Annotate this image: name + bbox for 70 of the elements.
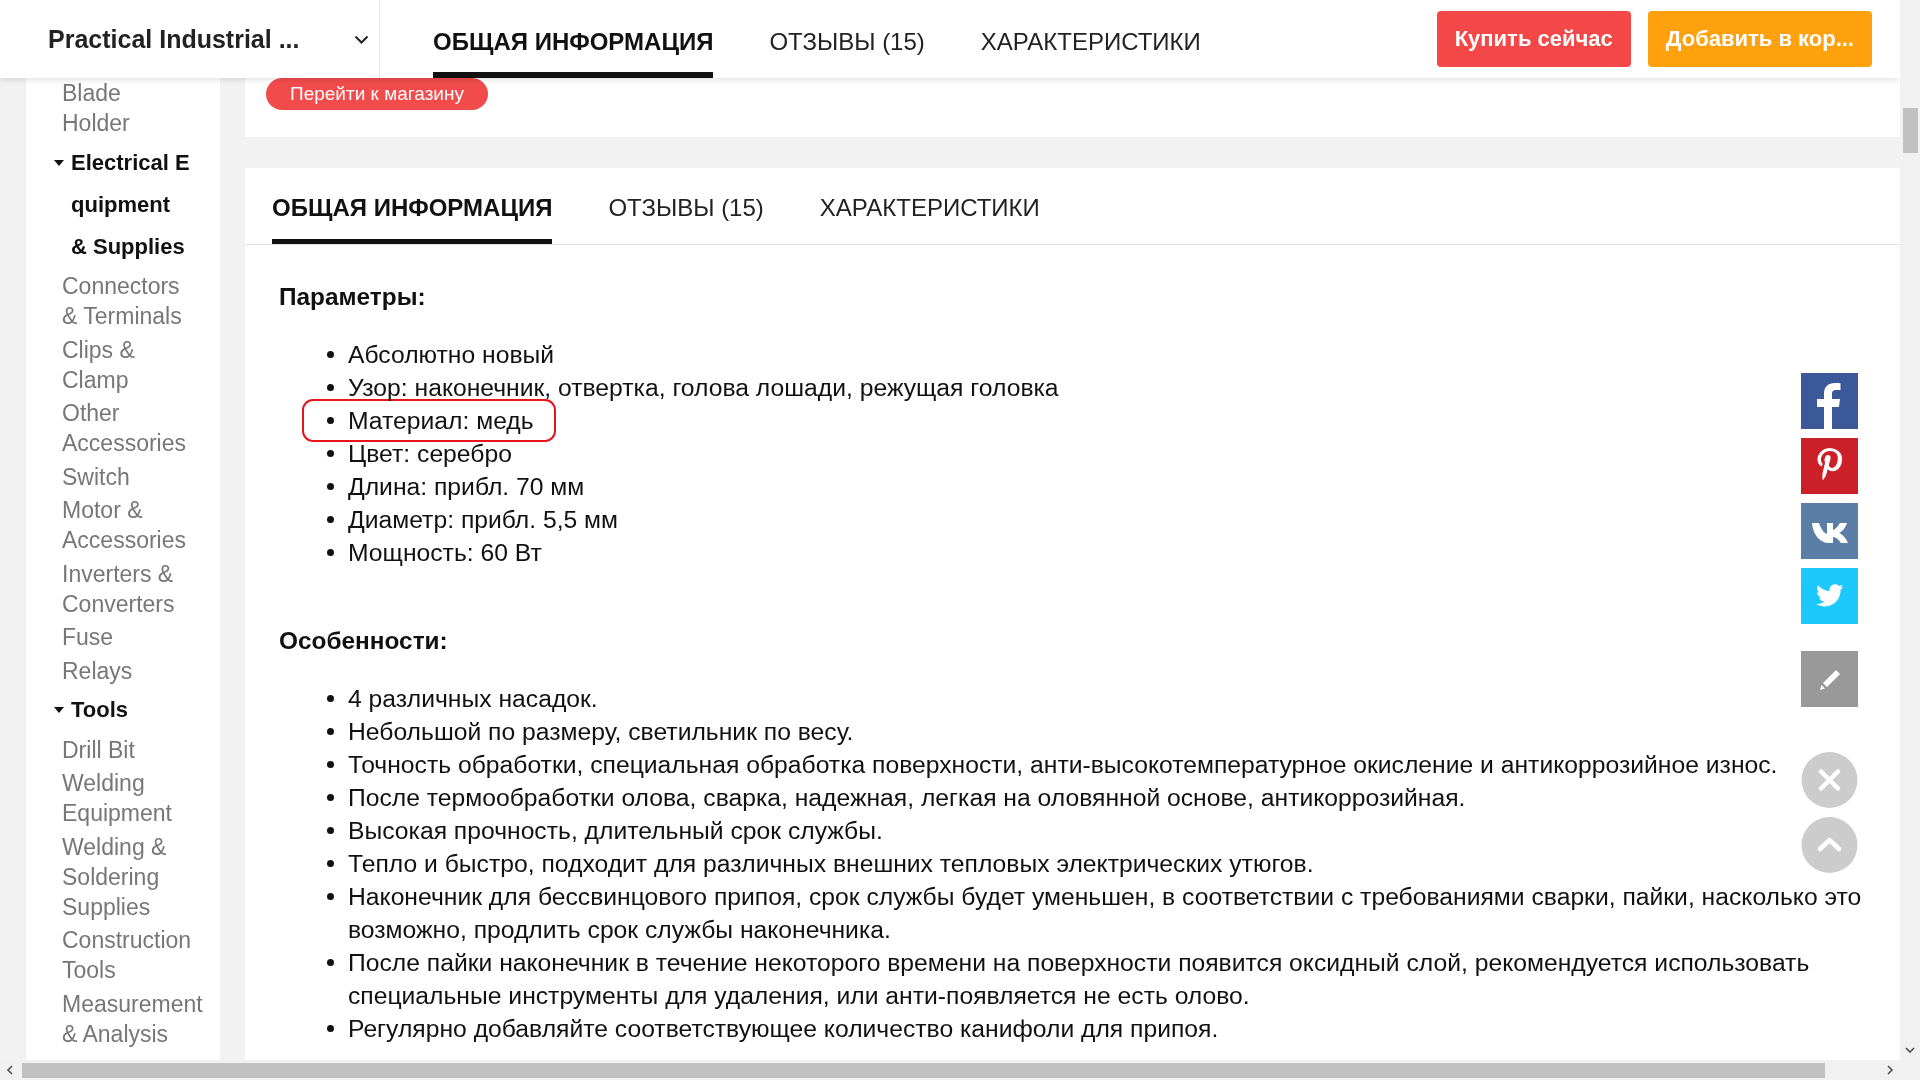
bullet-icon (327, 450, 334, 457)
tab[interactable]: ОТЗЫВЫ (15) (608, 168, 764, 244)
sidebar-link[interactable]: Motor & Accessories (62, 495, 192, 555)
list-item: Абсолютно новый (348, 340, 555, 370)
sidebar-link[interactable]: Measurement & Analysis (62, 988, 203, 1049)
pinterest-icon[interactable] (1801, 438, 1858, 494)
sidebar-link[interactable]: Fuse (62, 622, 192, 652)
twitter-icon[interactable] (1801, 568, 1858, 624)
list-item: Регулярно добавляйте соответствующее количество канифоли для припоя. (348, 1014, 1219, 1044)
list-item: Тепло и быстро, подходит для различных внешних тепловых электрических утюгов. (348, 849, 1314, 879)
chevron-down-icon[interactable] (354, 34, 369, 44)
bullet-icon (327, 959, 334, 966)
close-icon[interactable] (1801, 752, 1858, 808)
bullet-icon (327, 893, 334, 900)
list-item: Диаметр: прибл. 5,5 мм (348, 505, 619, 535)
chevron-up-icon[interactable] (1801, 817, 1858, 873)
section-heading: Параметры: (279, 282, 426, 312)
vk-icon[interactable] (1801, 503, 1858, 559)
list-item: Узор: наконечник, отвертка, голова лошади, режущая головка (348, 373, 1059, 403)
sidebar-category[interactable]: Tools (54, 689, 191, 731)
caret-down-icon[interactable] (54, 707, 64, 713)
sidebar-link[interactable]: Welding & Soldering Supplies (62, 831, 192, 922)
bullet-icon (327, 351, 334, 358)
store-button[interactable]: Перейти к магазину (266, 78, 488, 110)
sidebar-link[interactable]: Drill Bit (62, 734, 192, 765)
list-item: После пайки наконечник в течение некоторого времени на поверхности появится оксидный слой, рекомендуется использовать специальные инструменты для удаления, или анти-появляется не есть олово. (348, 948, 1811, 1011)
sidebar-link[interactable]: Welding Equipment (62, 768, 192, 828)
list-item: Небольшой по размеру, светильник по весу. (348, 717, 854, 747)
bullet-icon (327, 483, 334, 490)
list-item: После термообработки олова, сварка, надежная, легкая на оловянной основе, антикоррозийная. (348, 783, 1466, 813)
list-item: Цвет: серебро (348, 439, 512, 469)
sidebar-link[interactable]: Relays (62, 655, 192, 686)
sidebar-link[interactable]: Blade Holder (62, 78, 192, 138)
bullet-icon (327, 1025, 334, 1032)
bullet-icon (327, 860, 334, 867)
scrollbar-thumb[interactable] (1902, 108, 1918, 153)
caret-down-icon[interactable] (54, 159, 64, 166)
tab[interactable]: ОБЩАЯ ИНФОРМАЦИЯ (272, 168, 553, 244)
list-item: Материал: медь (348, 406, 534, 436)
facebook-icon[interactable] (1801, 373, 1858, 429)
bullet-icon (327, 417, 334, 424)
list-item: Мощность: 60 Вт (348, 538, 542, 568)
sidebar-link[interactable]: Other Accessories (62, 398, 192, 458)
sidebar-link[interactable]: Switch (62, 461, 192, 492)
sidebar-link[interactable]: Clips & Clamp (62, 334, 192, 395)
product-title: Practical Industrial ... (48, 24, 300, 54)
tab[interactable]: ОТЗЫВЫ (15) (769, 0, 925, 78)
sidebar-link[interactable]: Inverters & Converters (62, 558, 192, 619)
tab[interactable]: ХАРАКТЕРИСТИКИ (819, 168, 1040, 244)
tab[interactable]: ХАРАКТЕРИСТИКИ (980, 0, 1201, 78)
bullet-icon (327, 728, 334, 735)
list-item: Высокая прочность, длительный срок службы. (348, 816, 883, 846)
bullet-icon (327, 516, 334, 523)
list-item: 4 различных насадок. (348, 684, 598, 714)
scrollbar-thumb[interactable] (22, 1062, 1825, 1078)
bullet-icon (327, 384, 334, 391)
buy-now-button[interactable]: Купить сейчас (1436, 11, 1631, 67)
pencil-icon[interactable] (1801, 651, 1858, 707)
list-item: Точность обработки, специальная обработка поверхности, анти-высокотемпературное окисление и антикоррозийное износ. (348, 750, 1778, 780)
bullet-icon (327, 827, 334, 834)
sidebar-link[interactable]: Construction Tools (62, 925, 192, 985)
list-item: Наконечник для бессвинцового припоя, срок службы будет уменьшен, в соответствии с требованиями сварки, пайки, насколько это возможно, продлить срок службы наконечника. (348, 882, 1863, 945)
bullet-icon (327, 549, 334, 556)
bullet-icon (327, 695, 334, 702)
list-item: Длина: прибл. 70 мм (348, 472, 585, 502)
sidebar-category[interactable]: Electrical Equipment & Supplies (54, 141, 191, 268)
bullet-icon (327, 794, 334, 801)
bullet-icon (327, 761, 334, 768)
sidebar-link[interactable]: Connectors & Terminals (62, 271, 192, 331)
section-heading: Особенности: (279, 626, 448, 656)
